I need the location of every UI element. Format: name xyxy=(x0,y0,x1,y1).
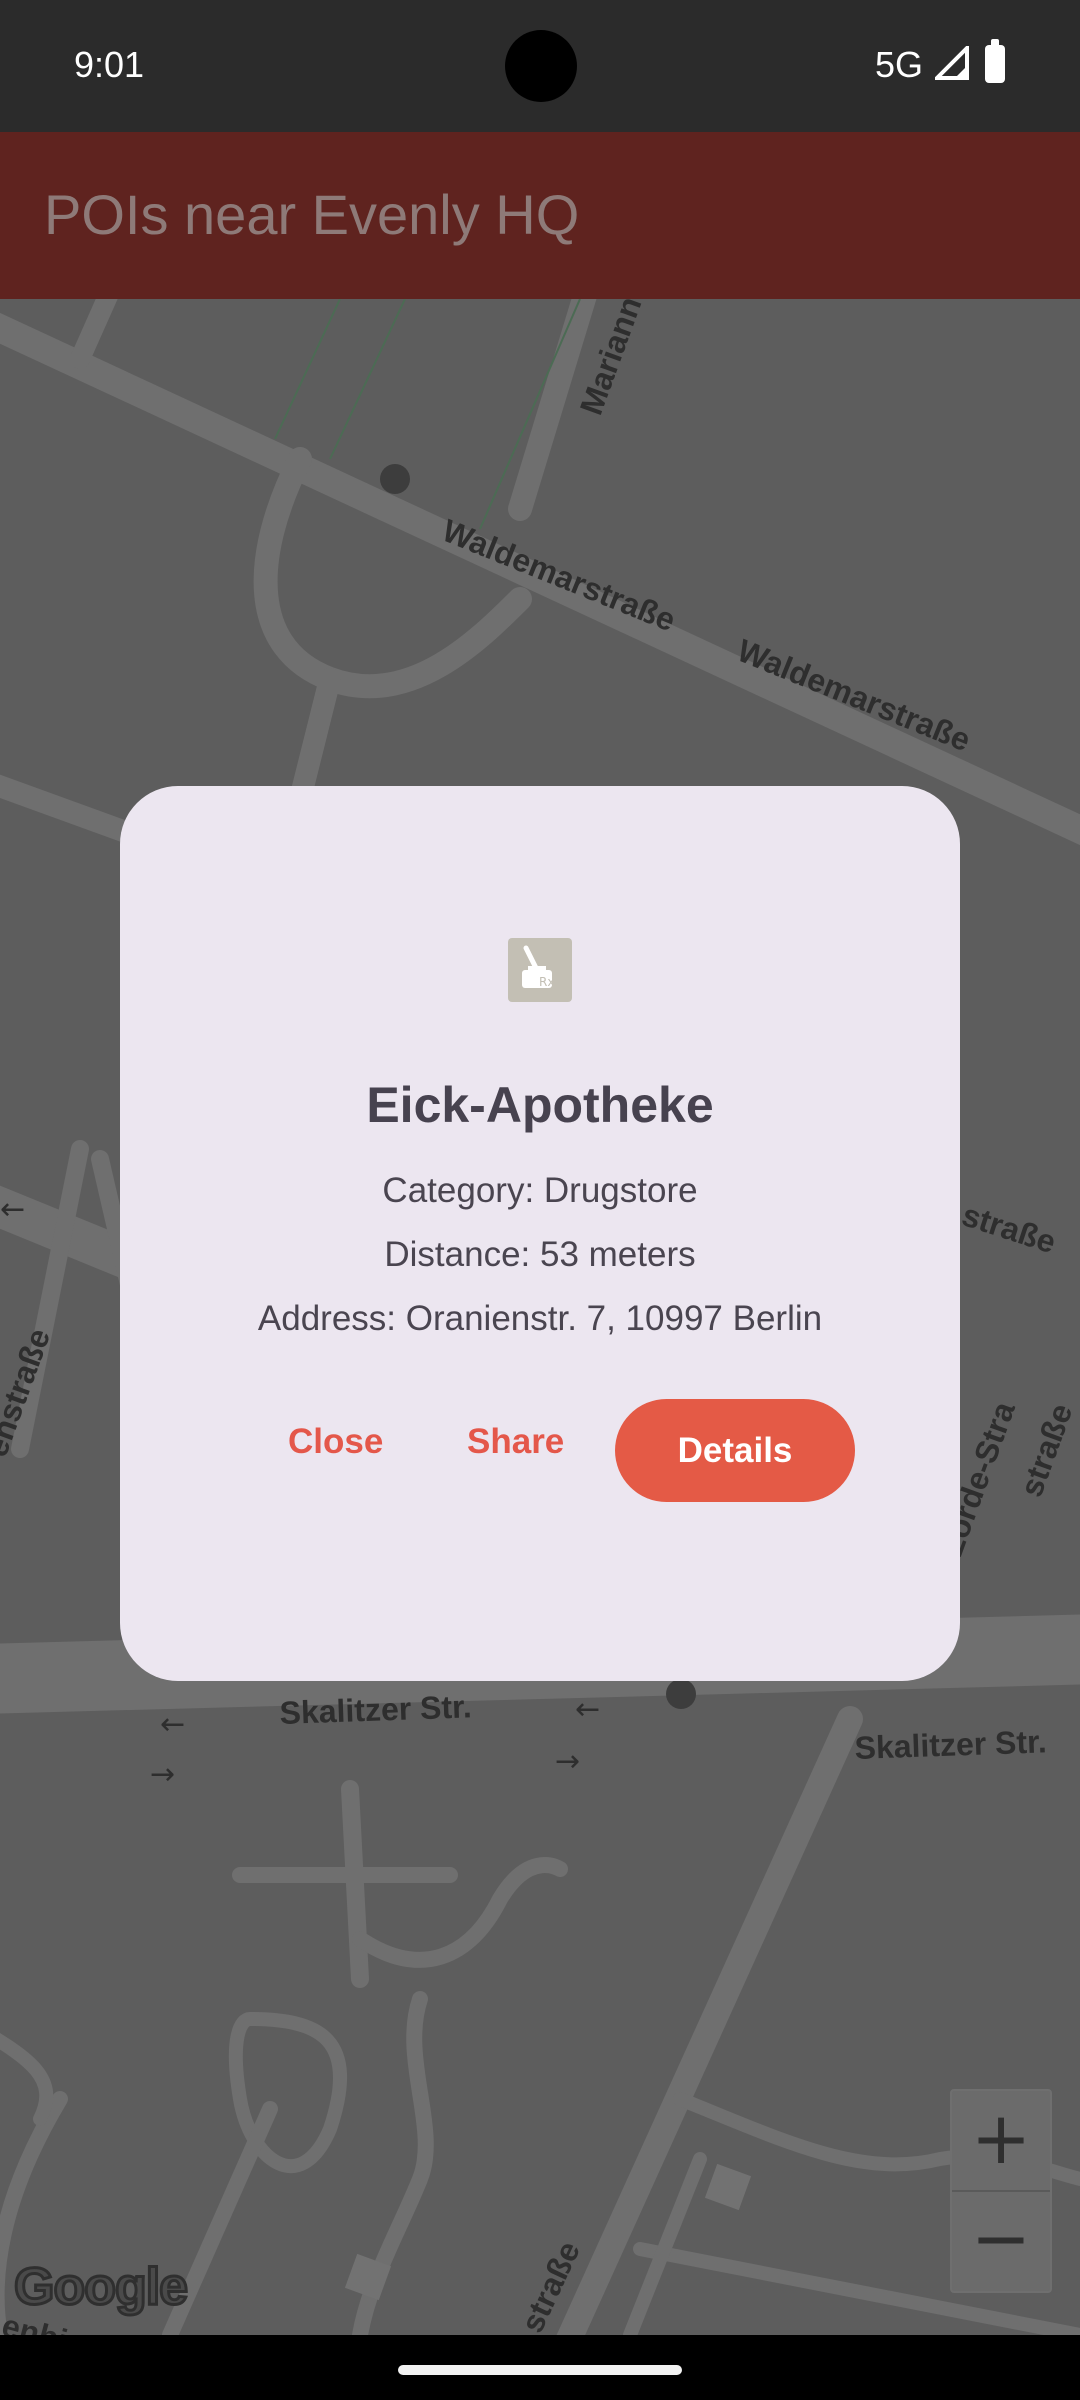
street-label: Skalitzer Str. xyxy=(854,1723,1047,1766)
poi-name: Eick-Apotheke xyxy=(366,1077,714,1133)
zoom-in-button[interactable]: + xyxy=(952,2091,1050,2192)
status-time: 9:01 xyxy=(74,44,145,85)
street-label: Skalitzer Str. xyxy=(279,1688,472,1731)
battery-icon xyxy=(985,39,1005,83)
poi-address: Address: Oranienstr. 7, 10997 Berlin xyxy=(257,1299,823,1338)
svg-text:Rx: Rx xyxy=(539,975,554,989)
network-indicator: 5G xyxy=(875,44,924,85)
app-title: POIs near Evenly HQ xyxy=(44,183,580,246)
pharmacy-icon: Rx xyxy=(508,938,572,1002)
zoom-controls: + − xyxy=(950,2089,1052,2293)
signal-icon xyxy=(935,46,969,80)
google-logo: Google xyxy=(12,2257,189,2318)
status-bar: 9:01 5G xyxy=(0,0,1080,132)
svg-text:←: ← xyxy=(0,1192,25,1227)
street-label: Waldemarstraße xyxy=(437,512,680,638)
camera-cutout xyxy=(505,30,577,102)
close-button[interactable]: Close xyxy=(288,1422,383,1462)
street-label: straße xyxy=(1013,1399,1080,1502)
app-bar: POIs near Evenly HQ xyxy=(0,132,1080,299)
svg-text:←: ← xyxy=(160,1707,185,1742)
svg-text:←: ← xyxy=(575,1692,600,1727)
poi-distance: Distance: 53 meters xyxy=(384,1235,696,1274)
zoom-out-button[interactable]: − xyxy=(952,2191,1050,2290)
share-button[interactable]: Share xyxy=(467,1422,564,1462)
details-button[interactable]: Details xyxy=(615,1399,855,1502)
home-gesture-handle[interactable] xyxy=(398,2365,682,2375)
poi-category: Category: Drugstore xyxy=(382,1171,698,1210)
poi-dialog: Rx Eick-Apotheke Category: Drugstore Dis… xyxy=(120,786,960,1681)
street-label: straße xyxy=(958,1196,1060,1260)
svg-text:→: → xyxy=(150,1757,175,1792)
svg-text:→: → xyxy=(555,1744,580,1779)
navigation-bar xyxy=(0,2335,1080,2400)
